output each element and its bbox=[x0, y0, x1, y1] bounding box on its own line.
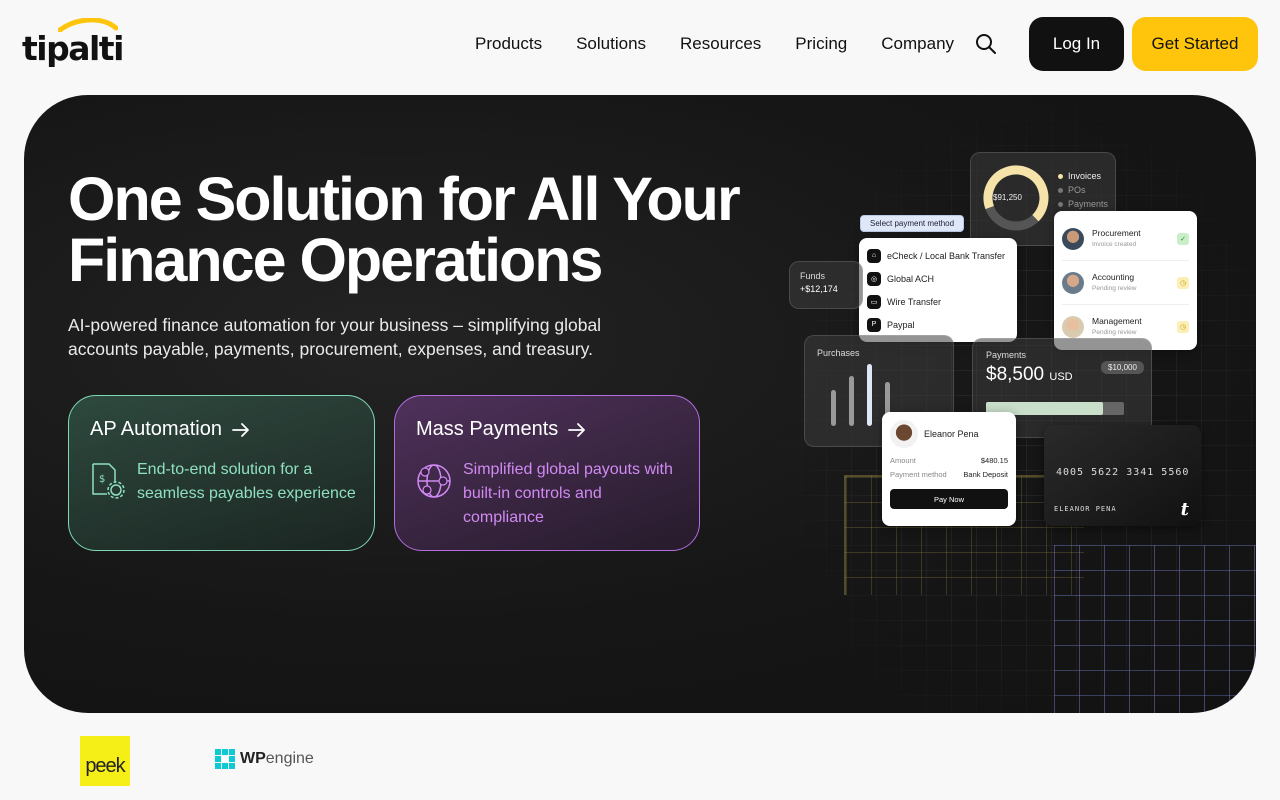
nav-company[interactable]: Company bbox=[881, 34, 954, 54]
payment-method-label: Wire Transfer bbox=[887, 296, 942, 307]
nav-products[interactable]: Products bbox=[475, 34, 542, 54]
approval-status: Invoice created bbox=[1092, 240, 1137, 248]
payment-methods-list: ⌂ eCheck / Local Bank Transfer ◎ Global … bbox=[859, 238, 1017, 342]
arrow-right-icon bbox=[568, 422, 586, 437]
clock-icon: ◷ bbox=[1177, 321, 1189, 333]
payment-method-label: Paypal bbox=[887, 319, 915, 330]
clock-icon: ◷ bbox=[1177, 276, 1189, 289]
nav-links: Products Solutions Resources Pricing Com… bbox=[475, 34, 954, 54]
payments-limit: $10,000 bbox=[1101, 361, 1144, 374]
approval-role: Procurement bbox=[1092, 227, 1141, 238]
approval-row: Procurement Invoice created ✓ bbox=[1062, 217, 1189, 261]
nav-solutions[interactable]: Solutions bbox=[576, 34, 646, 54]
wpengine-logo: WPengine bbox=[215, 749, 314, 769]
avatar bbox=[1062, 271, 1084, 294]
mass-payments-title: Mass Payments bbox=[416, 418, 586, 441]
amount-value: $480.15 bbox=[980, 456, 1008, 465]
search-button[interactable] bbox=[974, 32, 998, 56]
mass-payments-card[interactable]: Mass Payments Simplified global payouts … bbox=[394, 395, 700, 551]
wpengine-grid-icon bbox=[215, 749, 235, 769]
approval-role: Management bbox=[1092, 316, 1142, 326]
card-holder-name: ELEANOR PENA bbox=[1054, 505, 1117, 513]
payment-method-item[interactable]: ▭ Wire Transfer bbox=[867, 290, 1009, 313]
hero-title-line1: One Solution for All Your bbox=[68, 165, 741, 233]
payment-card: Eleanor Pena Amount $480.15 Payment metho… bbox=[882, 412, 1016, 526]
logo-wordmark: tipalti bbox=[22, 29, 124, 68]
purchases-bar bbox=[831, 390, 836, 426]
approval-status: Pending review bbox=[1092, 284, 1137, 292]
credit-card: 4005 5622 3341 5560 ELEANOR PENA t bbox=[1044, 425, 1201, 526]
invoice-settings-icon: $ bbox=[92, 463, 125, 499]
payee-name: Eleanor Pena bbox=[924, 429, 979, 439]
payment-method-label: eCheck / Local Bank Transfer bbox=[887, 250, 1006, 261]
nav-pricing[interactable]: Pricing bbox=[795, 34, 847, 54]
hero-subtitle-line1: AI-powered finance automation for your b… bbox=[68, 315, 602, 335]
card-number: 4005 5622 3341 5560 bbox=[1056, 467, 1190, 478]
purchases-bar bbox=[849, 376, 854, 426]
top-nav: tipalti Products Solutions Resources Pri… bbox=[0, 0, 1280, 90]
wire-icon: ▭ bbox=[867, 294, 881, 309]
peek-logo-text: peek bbox=[85, 755, 125, 777]
payment-method-item[interactable]: P Paypal bbox=[867, 313, 1009, 336]
globe-currency-icon bbox=[417, 464, 451, 498]
payments-amount-value: $8,500 bbox=[986, 364, 1045, 385]
paypal-icon: P bbox=[867, 317, 881, 332]
payment-method-label: Global ACH bbox=[887, 273, 935, 284]
bank-icon: ⌂ bbox=[867, 248, 881, 263]
ap-automation-desc: End-to-end solution for a seamless payab… bbox=[137, 461, 356, 502]
approval-row: Accounting Pending review ◷ bbox=[1062, 261, 1189, 305]
funds-value: +$12,174 bbox=[800, 284, 838, 294]
hero-title: One Solution for All Your Finance Operat… bbox=[68, 169, 748, 291]
wpengine-text-bold: WP bbox=[240, 750, 266, 767]
purchases-label: Purchases bbox=[817, 348, 860, 358]
avatar bbox=[1062, 227, 1084, 250]
search-icon bbox=[976, 34, 996, 54]
svg-text:$: $ bbox=[99, 474, 105, 485]
legend-pos: POs bbox=[1068, 185, 1086, 195]
wpengine-text-rest: engine bbox=[265, 750, 314, 767]
purchases-bar bbox=[867, 364, 872, 426]
get-started-button[interactable]: Get Started bbox=[1132, 17, 1258, 71]
donut-legend: Invoices POs Payments bbox=[1058, 169, 1108, 211]
ap-automation-label: AP Automation bbox=[90, 418, 222, 440]
method-value: Bank Deposit bbox=[963, 470, 1008, 479]
payment-method-item[interactable]: ⌂ eCheck / Local Bank Transfer bbox=[867, 244, 1009, 267]
donut-value: $91,250 bbox=[993, 193, 1022, 202]
payments-currency: USD bbox=[1049, 371, 1073, 383]
hero-subtitle: AI-powered finance automation for your b… bbox=[68, 313, 668, 361]
avatar bbox=[1062, 316, 1084, 338]
select-payment-method-label: Select payment method bbox=[860, 215, 965, 232]
payment-method-item[interactable]: ◎ Global ACH bbox=[867, 267, 1009, 290]
payments-amount: $8,500 USD bbox=[986, 364, 1073, 386]
tipalti-logo[interactable]: tipalti bbox=[22, 16, 124, 68]
legend-payments: Payments bbox=[1068, 199, 1109, 209]
login-button[interactable]: Log In bbox=[1029, 17, 1124, 71]
amount-label: Amount bbox=[890, 456, 916, 465]
mass-payments-desc: Simplified global payouts with built-in … bbox=[463, 461, 673, 526]
funds-panel: Funds +$12,174 bbox=[789, 261, 863, 309]
pay-now-button[interactable]: Pay Now bbox=[890, 489, 1008, 509]
globe-icon: ◎ bbox=[867, 271, 881, 286]
card-brand-logo: t bbox=[1180, 499, 1189, 520]
legend-invoices: Invoices bbox=[1068, 171, 1102, 181]
hero-grid-glow-purple bbox=[1054, 545, 1256, 713]
avatar bbox=[890, 420, 918, 448]
nav-resources[interactable]: Resources bbox=[680, 34, 761, 54]
mass-payments-label: Mass Payments bbox=[416, 418, 559, 440]
hero-section: One Solution for All Your Finance Operat… bbox=[24, 95, 1256, 713]
method-label: Payment method bbox=[890, 470, 947, 479]
hero-subtitle-line2: accounts payable, payments, procurement,… bbox=[68, 339, 593, 359]
peek-logo: peek bbox=[80, 736, 130, 786]
payments-label: Payments bbox=[986, 350, 1027, 360]
ap-automation-title: AP Automation bbox=[90, 418, 250, 441]
approval-role: Accounting bbox=[1092, 271, 1135, 282]
check-icon: ✓ bbox=[1177, 232, 1189, 245]
funds-label: Funds bbox=[800, 271, 826, 281]
ap-automation-card[interactable]: AP Automation $ End-to-end solution for … bbox=[68, 395, 375, 551]
hero-title-line2: Finance Operations bbox=[68, 226, 603, 294]
arrow-right-icon bbox=[232, 422, 249, 437]
approvals-panel: Procurement Invoice created ✓ Accounting P… bbox=[1054, 211, 1197, 350]
wpengine-text: WPengine bbox=[240, 750, 314, 768]
